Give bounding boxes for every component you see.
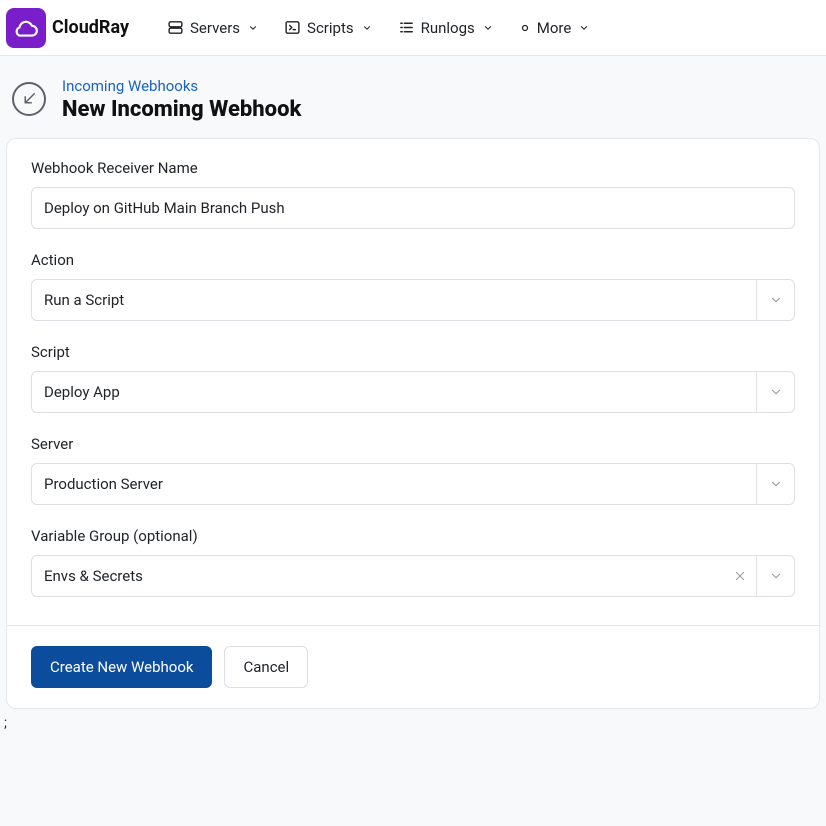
script-select[interactable]: Deploy App <box>31 371 795 413</box>
chevron-down-icon <box>248 23 258 33</box>
chevron-down-icon <box>579 23 589 33</box>
nav-item-runlogs[interactable]: Runlogs <box>398 19 493 37</box>
cancel-button[interactable]: Cancel <box>224 646 308 688</box>
vargroup-value: Envs & Secrets <box>32 556 724 596</box>
server-value: Production Server <box>32 464 756 504</box>
list-icon <box>398 19 415 36</box>
form-group-action: Action Run a Script <box>31 251 795 321</box>
card-footer: Create New Webhook Cancel <box>7 625 819 708</box>
server-icon <box>167 19 184 36</box>
nav-item-more[interactable]: More <box>519 19 590 37</box>
nav-label: More <box>537 19 572 37</box>
top-navbar: CloudRay Servers Script <box>0 0 826 56</box>
circle-icon <box>519 22 531 34</box>
terminal-icon <box>284 19 301 36</box>
chevron-down-icon <box>756 280 794 320</box>
nav-label: Servers <box>190 19 240 37</box>
form-card: Webhook Receiver Name Action Run a Scrip… <box>6 138 820 709</box>
action-select[interactable]: Run a Script <box>31 279 795 321</box>
nav-label: Runlogs <box>421 19 475 37</box>
action-value: Run a Script <box>32 280 756 320</box>
chevron-down-icon <box>756 372 794 412</box>
cloud-icon <box>13 15 39 41</box>
page-header: Incoming Webhooks New Incoming Webhook <box>0 56 826 138</box>
server-label: Server <box>31 435 795 453</box>
script-label: Script <box>31 343 795 361</box>
clear-icon[interactable] <box>724 556 756 596</box>
chevron-down-icon <box>483 23 493 33</box>
brand-name: CloudRay <box>52 17 129 38</box>
brand[interactable]: CloudRay <box>6 8 129 48</box>
chevron-down-icon <box>362 23 372 33</box>
incoming-arrow-icon <box>12 82 46 116</box>
nav-label: Scripts <box>307 19 354 37</box>
vargroup-label: Variable Group (optional) <box>31 527 795 545</box>
action-label: Action <box>31 251 795 269</box>
page-title: New Incoming Webhook <box>62 97 301 122</box>
form-group-vargroup: Variable Group (optional) Envs & Secrets <box>31 527 795 597</box>
name-input[interactable] <box>31 187 795 229</box>
stray-text: ; <box>4 715 822 731</box>
form-group-script: Script Deploy App <box>31 343 795 413</box>
server-select[interactable]: Production Server <box>31 463 795 505</box>
name-label: Webhook Receiver Name <box>31 159 795 177</box>
vargroup-select[interactable]: Envs & Secrets <box>31 555 795 597</box>
chevron-down-icon <box>756 556 794 596</box>
create-webhook-button[interactable]: Create New Webhook <box>31 646 212 688</box>
form-group-name: Webhook Receiver Name <box>31 159 795 229</box>
nav-item-scripts[interactable]: Scripts <box>284 19 372 37</box>
script-value: Deploy App <box>32 372 756 412</box>
chevron-down-icon <box>756 464 794 504</box>
breadcrumb-link[interactable]: Incoming Webhooks <box>62 77 198 95</box>
nav-item-servers[interactable]: Servers <box>167 19 258 37</box>
form-group-server: Server Production Server <box>31 435 795 505</box>
nav-links: Servers Scripts <box>167 19 589 37</box>
brand-logo <box>6 8 46 48</box>
